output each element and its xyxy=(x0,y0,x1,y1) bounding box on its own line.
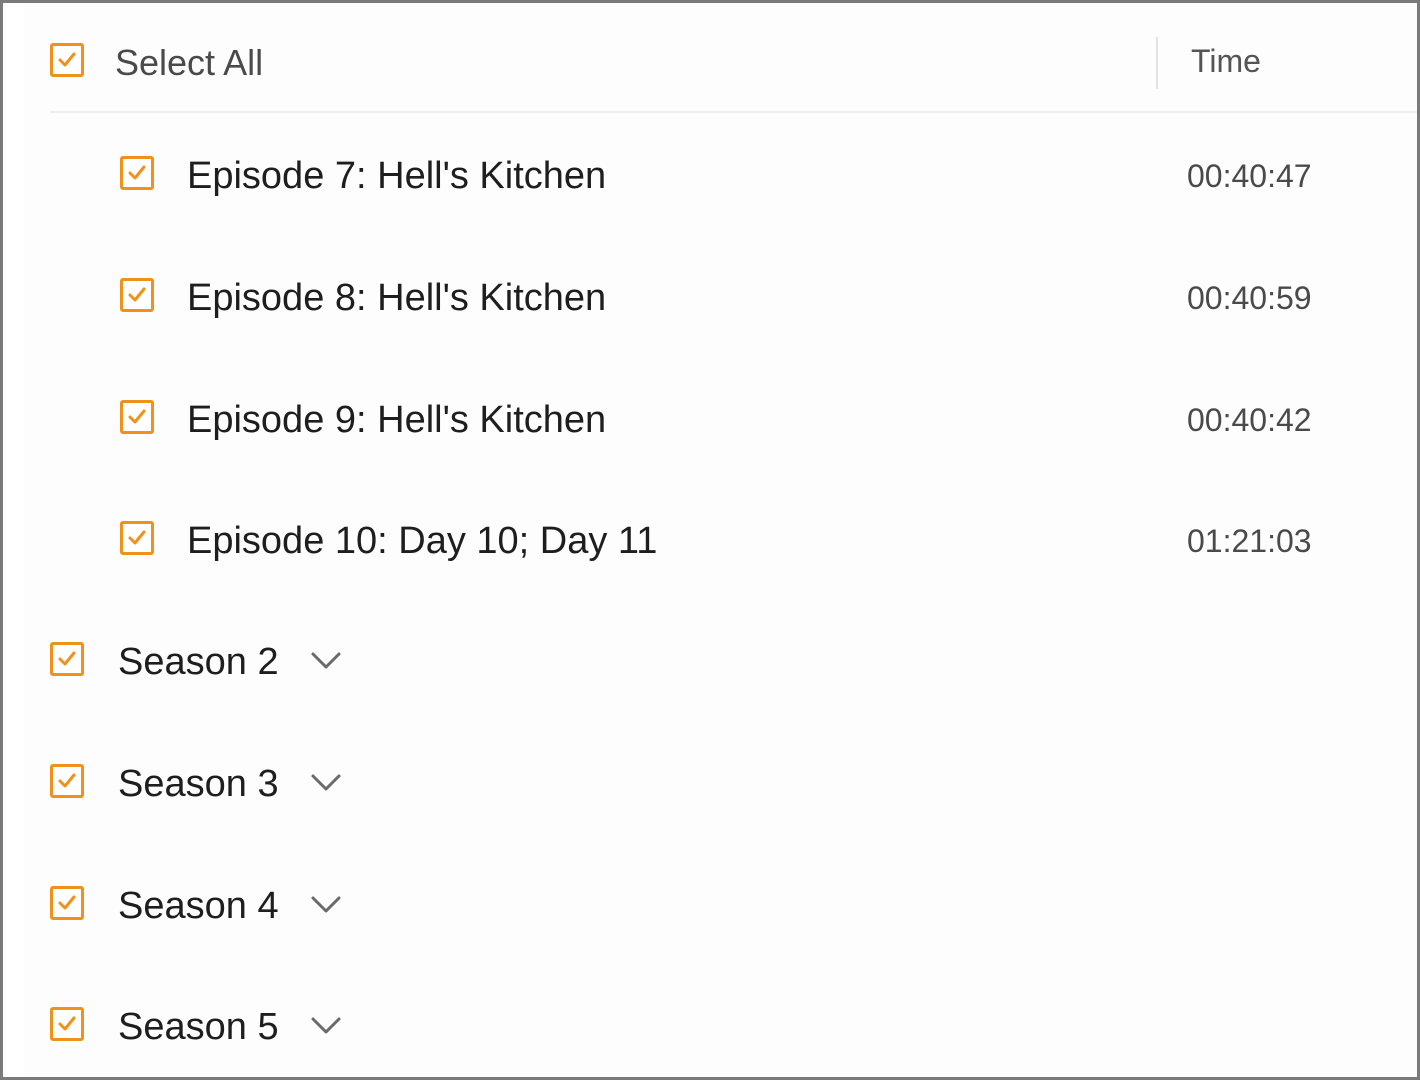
chevron-down-icon[interactable] xyxy=(310,1016,342,1036)
select-all-label[interactable]: Select All xyxy=(115,41,263,85)
episode-title: Episode 10: Day 10; Day 11 xyxy=(187,520,658,562)
season-checkbox[interactable] xyxy=(50,886,84,920)
list-header: Select All Time xyxy=(3,3,1417,113)
episode-checkbox[interactable] xyxy=(120,156,154,190)
select-all-checkbox[interactable] xyxy=(50,43,84,77)
season-label[interactable]: Season 3 xyxy=(118,761,279,807)
checkmark-icon xyxy=(58,773,76,788)
header-divider xyxy=(50,111,1417,113)
chevron-down-icon[interactable] xyxy=(310,773,342,793)
episode-checkbox[interactable] xyxy=(120,278,154,312)
episode-duration: 00:40:59 xyxy=(1187,280,1312,316)
episode-checkbox[interactable] xyxy=(120,521,154,555)
checkmark-icon xyxy=(58,651,76,666)
checkmark-icon xyxy=(58,52,76,67)
checkmark-icon xyxy=(128,165,146,180)
episode-duration: 00:40:42 xyxy=(1187,402,1312,438)
season-label[interactable]: Season 4 xyxy=(118,883,279,929)
time-column-header: Time xyxy=(1191,43,1261,79)
season-label[interactable]: Season 5 xyxy=(118,1004,279,1050)
episode-duration: 01:21:03 xyxy=(1187,523,1312,559)
checkmark-icon xyxy=(58,1016,76,1031)
checkmark-icon xyxy=(128,409,146,424)
episode-title: Episode 7: Hell's Kitchen xyxy=(187,155,607,197)
episode-checkbox[interactable] xyxy=(120,400,154,434)
left-gutter xyxy=(6,3,24,1077)
chevron-down-icon[interactable] xyxy=(310,895,342,915)
season-checkbox[interactable] xyxy=(50,1007,84,1041)
checkmark-icon xyxy=(128,287,146,302)
chevron-down-icon[interactable] xyxy=(310,651,342,671)
season-label[interactable]: Season 2 xyxy=(118,639,279,685)
episode-title: Episode 8: Hell's Kitchen xyxy=(187,277,607,319)
season-checkbox[interactable] xyxy=(50,764,84,798)
checkmark-icon xyxy=(128,530,146,545)
episode-title: Episode 9: Hell's Kitchen xyxy=(187,399,607,441)
season-checkbox[interactable] xyxy=(50,642,84,676)
episode-duration: 00:40:47 xyxy=(1187,158,1312,194)
checkmark-icon xyxy=(58,895,76,910)
episode-selection-panel: Select All Time Episode 7: Hell's Kitche… xyxy=(0,0,1420,1080)
column-separator xyxy=(1156,37,1158,89)
